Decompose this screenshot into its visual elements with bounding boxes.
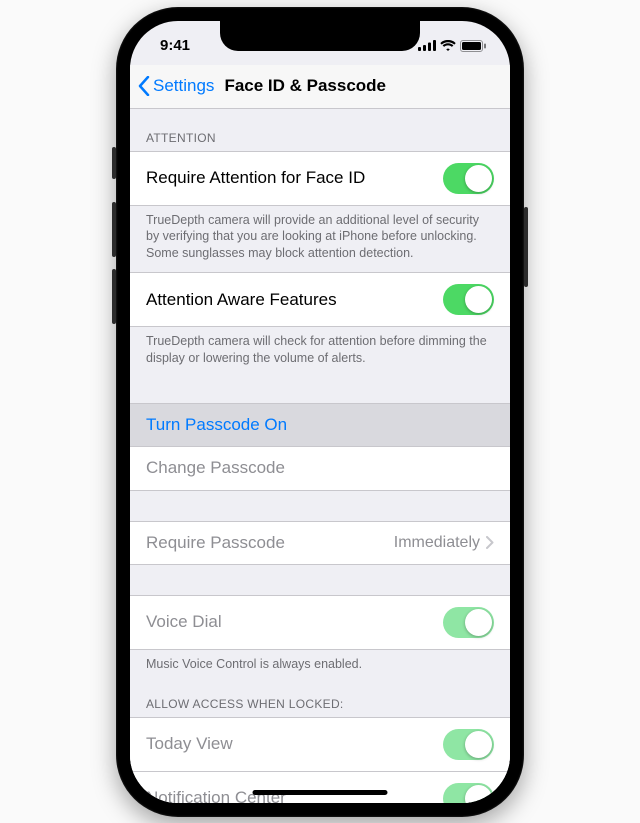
row-detail-value: Immediately xyxy=(394,534,480,552)
row-label: Turn Passcode On xyxy=(146,415,287,435)
toggle-notification-center[interactable] xyxy=(443,783,494,803)
row-label: Change Passcode xyxy=(146,458,285,478)
row-label: Require Attention for Face ID xyxy=(146,168,365,188)
row-turn-passcode-on[interactable]: Turn Passcode On xyxy=(130,403,510,447)
toggle-require-attention[interactable] xyxy=(443,163,494,194)
row-voice-dial[interactable]: Voice Dial xyxy=(130,595,510,650)
mute-switch xyxy=(112,147,116,179)
toggle-today-view[interactable] xyxy=(443,729,494,760)
screen: 9:41 Settings Face ID & Passcode ATTENTI… xyxy=(130,21,510,803)
nav-bar: Settings Face ID & Passcode xyxy=(130,65,510,109)
row-label: Today View xyxy=(146,734,233,754)
status-icons xyxy=(418,40,486,52)
row-require-passcode[interactable]: Require Passcode Immediately xyxy=(130,521,510,565)
home-indicator[interactable] xyxy=(253,790,388,795)
cellular-icon xyxy=(418,40,436,51)
row-require-attention[interactable]: Require Attention for Face ID xyxy=(130,151,510,206)
row-label: Require Passcode xyxy=(146,533,285,553)
side-button xyxy=(524,207,528,287)
status-time: 9:41 xyxy=(160,37,190,54)
row-label: Attention Aware Features xyxy=(146,290,337,310)
section-header-attention: ATTENTION xyxy=(130,109,510,151)
toggle-attention-aware[interactable] xyxy=(443,284,494,315)
toggle-voice-dial[interactable] xyxy=(443,607,494,638)
footer-attention-aware: TrueDepth camera will check for attentio… xyxy=(130,327,510,377)
row-change-passcode[interactable]: Change Passcode xyxy=(130,447,510,491)
chevron-right-icon xyxy=(486,536,494,549)
volume-up-button xyxy=(112,202,116,257)
battery-icon xyxy=(460,40,486,52)
notch xyxy=(220,21,420,51)
section-header-locked: ALLOW ACCESS WHEN LOCKED: xyxy=(130,683,510,717)
content-scroll[interactable]: ATTENTION Require Attention for Face ID … xyxy=(130,109,510,803)
device-frame: 9:41 Settings Face ID & Passcode ATTENTI… xyxy=(116,7,524,817)
row-today-view[interactable]: Today View xyxy=(130,717,510,772)
row-notification-center[interactable]: Notification Center xyxy=(130,772,510,803)
footer-require-attention: TrueDepth camera will provide an additio… xyxy=(130,206,510,273)
chevron-left-icon xyxy=(138,76,150,96)
back-button[interactable]: Settings xyxy=(138,76,214,96)
row-attention-aware[interactable]: Attention Aware Features xyxy=(130,272,510,327)
back-label: Settings xyxy=(153,76,214,96)
row-label: Voice Dial xyxy=(146,612,222,632)
footer-voice-dial: Music Voice Control is always enabled. xyxy=(130,650,510,683)
wifi-icon xyxy=(440,40,456,51)
volume-down-button xyxy=(112,269,116,324)
page-title: Face ID & Passcode xyxy=(224,76,386,96)
